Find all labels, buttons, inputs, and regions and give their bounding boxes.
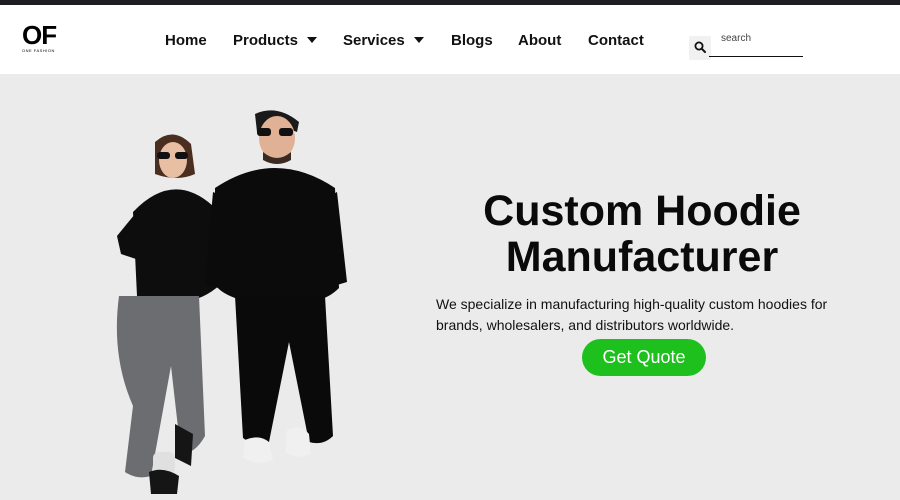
nav-item-label: Services bbox=[343, 32, 405, 49]
nav-item-label: Home bbox=[165, 32, 207, 49]
nav-item-about[interactable]: About bbox=[518, 32, 561, 49]
nav-item-label: Products bbox=[233, 32, 299, 49]
woman-figure bbox=[116, 134, 221, 494]
hero-title-line-1: Custom Hoodie bbox=[483, 187, 801, 235]
chevron-down-icon bbox=[307, 37, 318, 43]
nav-item-home[interactable]: Home bbox=[165, 32, 207, 49]
man-figure bbox=[205, 110, 347, 463]
nav-item-label: Blogs bbox=[451, 32, 493, 49]
nav-item-services[interactable]: Services bbox=[343, 32, 424, 49]
search-button[interactable] bbox=[689, 36, 711, 60]
hero-models-image bbox=[116, 110, 347, 494]
get-quote-button[interactable]: Get Quote bbox=[582, 339, 706, 376]
nav-item-label: About bbox=[518, 32, 562, 49]
hero-title: Custom Hoodie Manufacturer bbox=[430, 188, 854, 280]
nav-item-products[interactable]: Products bbox=[233, 32, 318, 49]
hero-section: Custom Hoodie Manufacturer We specialize… bbox=[0, 74, 900, 500]
search-icon bbox=[694, 41, 706, 53]
hero-description: We specialize in manufacturing high-qual… bbox=[436, 296, 828, 333]
nav-item-contact[interactable]: Contact bbox=[588, 32, 644, 49]
chevron-down-icon bbox=[413, 37, 424, 43]
nav-item-blogs[interactable]: Blogs bbox=[451, 32, 493, 49]
site-header: OF ONE FASHION Home Products Services Bl… bbox=[0, 5, 900, 74]
nav-item-label: Contact bbox=[588, 32, 644, 49]
search-input[interactable] bbox=[709, 29, 803, 57]
hero-title-line-2: Manufacturer bbox=[505, 233, 779, 281]
